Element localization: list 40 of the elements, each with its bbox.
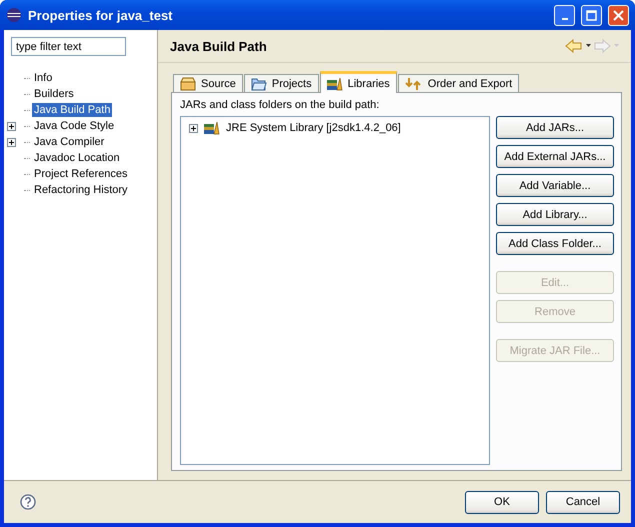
expand-icon[interactable] xyxy=(7,122,16,130)
action-button[interactable]: Add Variable... xyxy=(496,174,614,197)
tree-item[interactable]: Info xyxy=(32,71,54,85)
expand-icon[interactable] xyxy=(189,124,198,132)
ok-button[interactable]: OK xyxy=(465,490,539,514)
tab[interactable]: Projects xyxy=(244,74,319,93)
tree-item[interactable]: Javadoc Location xyxy=(32,151,122,165)
page-title: Java Build Path xyxy=(170,38,268,54)
eclipse-icon xyxy=(6,7,22,23)
minimize-icon xyxy=(562,18,568,20)
books-icon xyxy=(204,121,220,135)
tree-item[interactable]: Builders xyxy=(32,87,76,101)
tab[interactable]: Libraries xyxy=(320,71,397,93)
maximize-button[interactable] xyxy=(581,4,602,26)
folder-icon xyxy=(250,76,267,90)
close-button[interactable] xyxy=(608,4,629,26)
action-button[interactable]: Add External JARs... xyxy=(496,145,614,168)
books-icon xyxy=(326,76,343,90)
expand-icon[interactable] xyxy=(7,138,16,146)
action-button[interactable]: Add Library... xyxy=(496,203,614,226)
tree-item[interactable]: Java Code Style xyxy=(32,119,116,133)
close-icon xyxy=(613,10,624,20)
window-title: Properties for java_test xyxy=(28,8,174,22)
tree-item[interactable]: Refactoring History xyxy=(32,183,130,197)
tab[interactable]: Order and Export xyxy=(398,74,520,93)
list-label: JARs and class folders on the build path: xyxy=(180,99,380,111)
library-item[interactable]: JRE System Library [j2sdk1.4.2_06] xyxy=(226,122,401,134)
action-button[interactable]: Add Class Folder... xyxy=(496,232,614,255)
cancel-button[interactable]: Cancel xyxy=(546,490,620,514)
minimize-button[interactable] xyxy=(554,4,575,26)
maximize-icon xyxy=(586,10,597,20)
action-button[interactable]: Add JARs... xyxy=(496,116,614,139)
tree-item[interactable]: Java Build Path xyxy=(32,103,112,117)
tree-item[interactable]: Java Compiler xyxy=(32,135,106,149)
arrows-icon xyxy=(404,76,423,90)
tab[interactable]: Source xyxy=(173,74,243,93)
package-icon xyxy=(180,76,196,90)
tree-item[interactable]: Project References xyxy=(32,167,130,181)
help-icon[interactable] xyxy=(20,494,36,510)
filter-field[interactable]: type filter text xyxy=(11,37,126,56)
